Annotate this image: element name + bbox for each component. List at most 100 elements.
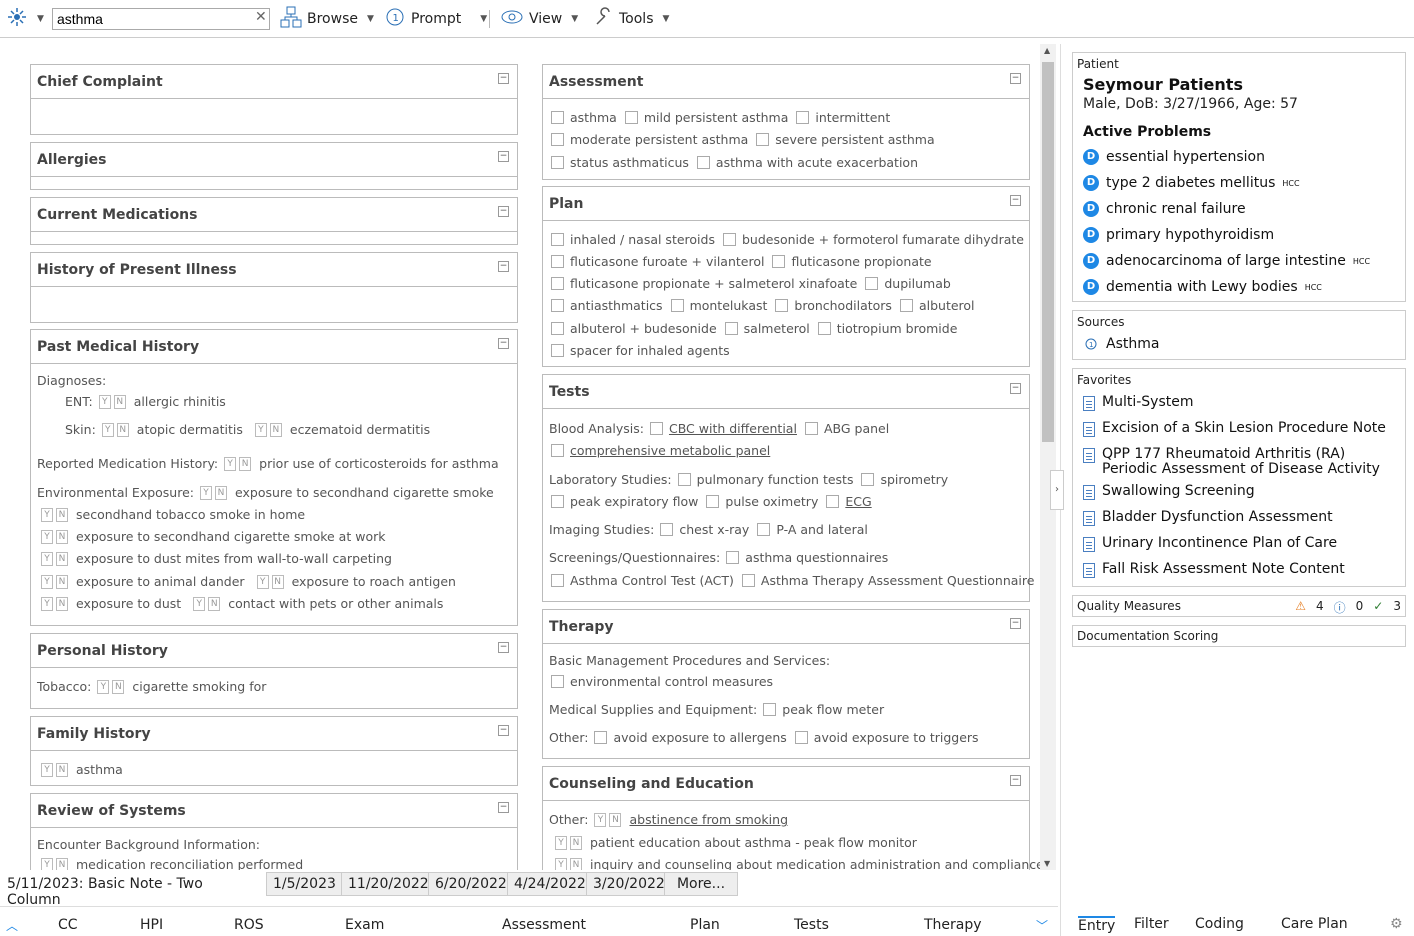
problem-item[interactable]: Dprimary hypothyroidism (1073, 222, 1405, 248)
tab-entry[interactable]: Entry (1078, 916, 1116, 934)
problem-item[interactable]: Dtype 2 diabetes mellitus HCC (1073, 170, 1405, 196)
checkbox-label[interactable]: status asthmaticus (570, 155, 689, 170)
no-toggle[interactable]: N (269, 422, 282, 437)
browse-button[interactable]: Browse ▼ (280, 0, 374, 38)
no-toggle[interactable]: N (208, 596, 221, 611)
checkbox[interactable] (796, 111, 810, 124)
chevron-down-icon[interactable]: ﹀ (1036, 917, 1048, 934)
problem-label[interactable]: chronic renal failure (1106, 201, 1246, 217)
favorite-label[interactable]: Fall Risk Assessment Note Content (1102, 561, 1345, 577)
quality-measures-label[interactable]: Quality Measures (1077, 599, 1181, 616)
checkbox-label[interactable]: bronchodilators (794, 298, 892, 313)
yes-toggle[interactable]: Y (193, 596, 206, 611)
favorite-label[interactable]: Multi-System (1102, 394, 1193, 410)
yes-toggle[interactable]: Y (98, 394, 111, 409)
collapse-icon[interactable]: − (498, 642, 509, 653)
problem-label[interactable]: adenocarcinoma of large intestine (1106, 253, 1346, 269)
checkbox-label[interactable]: dupilumab (884, 276, 950, 291)
checkbox[interactable] (551, 111, 564, 124)
checkbox[interactable] (696, 156, 710, 169)
checkbox[interactable] (551, 299, 564, 312)
problem-label[interactable]: essential hypertension (1106, 149, 1265, 165)
yes-toggle[interactable]: Y (256, 574, 269, 589)
scroll-up-icon[interactable]: ▲ (1044, 46, 1050, 55)
checkbox-label[interactable]: avoid exposure to triggers (814, 730, 979, 745)
checkbox[interactable] (670, 299, 684, 312)
favorite-item[interactable]: Urinary Incontinence Plan of Care (1073, 532, 1405, 558)
yes-toggle[interactable]: Y (41, 551, 53, 566)
finding-label[interactable]: exposure to animal dander (76, 574, 245, 589)
nav-cc[interactable]: CC (58, 917, 78, 933)
checkbox[interactable] (677, 473, 691, 486)
favorite-item[interactable]: QPP 177 Rheumatoid Arthritis (RA) Period… (1073, 443, 1405, 480)
finding-label[interactable]: secondhand tobacco smoke in home (76, 507, 305, 522)
no-toggle[interactable]: N (271, 574, 284, 589)
favorite-label[interactable]: Bladder Dysfunction Assessment (1102, 509, 1333, 525)
yes-toggle[interactable]: Y (555, 857, 567, 870)
tab-coding[interactable]: Coding (1195, 916, 1244, 932)
checkbox[interactable] (649, 422, 663, 435)
tools-button[interactable]: Tools ▼ (594, 0, 669, 38)
no-toggle[interactable]: N (113, 394, 126, 409)
checkbox[interactable] (660, 523, 674, 536)
quality-measures-box[interactable]: Quality Measures ⚠ 4 ⓘ 0 ✓ 3 (1072, 595, 1406, 617)
favorite-label[interactable]: QPP 177 Rheumatoid Arthritis (RA) Period… (1102, 446, 1395, 477)
collapse-icon[interactable]: − (498, 206, 509, 217)
checkbox[interactable] (551, 255, 564, 268)
checkbox[interactable] (551, 233, 564, 246)
collapse-icon[interactable]: − (498, 725, 509, 736)
checkbox-label[interactable]: salmeterol (744, 321, 810, 336)
nav-tests[interactable]: Tests (794, 917, 829, 933)
checkbox[interactable] (594, 731, 608, 744)
yes-toggle[interactable]: Y (555, 835, 567, 850)
yes-toggle[interactable]: Y (41, 857, 53, 870)
checkbox[interactable] (551, 133, 564, 146)
yes-toggle[interactable]: Y (224, 456, 237, 471)
search-input[interactable] (52, 8, 270, 30)
finding-label[interactable]: exposure to roach antigen (292, 574, 456, 589)
checkbox-label[interactable]: asthma (570, 110, 617, 125)
no-toggle[interactable]: N (56, 574, 68, 589)
checkbox-label[interactable]: intermittent (815, 110, 890, 125)
checkbox-label[interactable]: spirometry (880, 472, 948, 487)
checkbox-label[interactable]: P-A and lateral (776, 522, 868, 537)
collapse-icon[interactable]: − (498, 151, 509, 162)
source-label[interactable]: Asthma (1106, 336, 1159, 352)
checkbox-label[interactable]: ABG panel (824, 421, 889, 436)
tab-care-plan[interactable]: Care Plan (1281, 916, 1348, 932)
checkbox-label[interactable]: fluticasone propionate (791, 254, 931, 269)
finding-label[interactable]: eczematoid dermatitis (290, 422, 430, 437)
no-toggle[interactable]: N (239, 456, 252, 471)
problem-item[interactable]: Ddementia with Lewy bodies HCC (1073, 274, 1405, 300)
finding-label[interactable]: asthma (76, 762, 123, 777)
collapse-icon[interactable]: − (1010, 775, 1021, 786)
favorite-label[interactable]: Urinary Incontinence Plan of Care (1102, 535, 1337, 551)
yes-toggle[interactable]: Y (101, 422, 114, 437)
app-menu-button[interactable]: ▼ (6, 0, 44, 38)
checkbox-label[interactable]: environmental control measures (570, 674, 773, 689)
yes-toggle[interactable]: Y (41, 529, 53, 544)
nav-ros[interactable]: ROS (234, 917, 264, 933)
source-item[interactable]: 1 Asthma (1073, 333, 1405, 359)
checkbox-label[interactable]: pulmonary function tests (697, 472, 854, 487)
finding-label[interactable]: contact with pets or other animals (228, 596, 443, 611)
checkbox-label[interactable]: inhaled / nasal steroids (570, 232, 715, 247)
finding-label[interactable]: exposure to secondhand cigarette smoke a… (76, 529, 385, 544)
checkbox-label[interactable]: tiotropium bromide (837, 321, 958, 336)
yes-toggle[interactable]: Y (594, 812, 607, 827)
no-toggle[interactable]: N (56, 596, 68, 611)
checkbox[interactable] (756, 133, 770, 146)
checkbox-label[interactable]: chest x-ray (679, 522, 749, 537)
finding-label[interactable]: exposure to dust (76, 596, 181, 611)
checkbox-label[interactable]: pulse oximetry (725, 494, 818, 509)
view-button[interactable]: View ▼ (500, 0, 578, 38)
yes-toggle[interactable]: Y (200, 485, 213, 500)
finding-label[interactable]: cigarette smoking for (132, 679, 266, 694)
no-toggle[interactable]: N (56, 857, 68, 870)
checkbox[interactable] (865, 277, 879, 290)
no-toggle[interactable]: N (56, 507, 68, 522)
checkbox[interactable] (551, 156, 564, 169)
gear-icon[interactable]: ⚙ (1390, 916, 1403, 932)
checkbox[interactable] (706, 495, 720, 508)
no-toggle[interactable]: N (215, 485, 228, 500)
